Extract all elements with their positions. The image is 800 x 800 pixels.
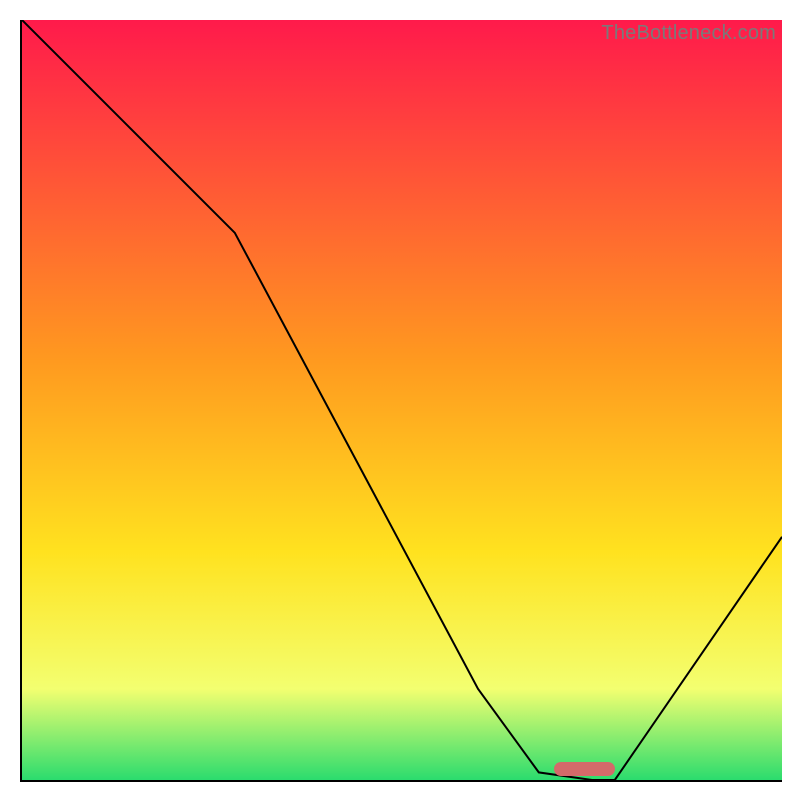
plot-area: TheBottleneck.com — [20, 20, 782, 782]
watermark-text: TheBottleneck.com — [601, 22, 776, 45]
bottleneck-curve — [22, 20, 782, 780]
chart-container: TheBottleneck.com — [0, 0, 800, 800]
optimal-range-marker — [554, 762, 615, 776]
